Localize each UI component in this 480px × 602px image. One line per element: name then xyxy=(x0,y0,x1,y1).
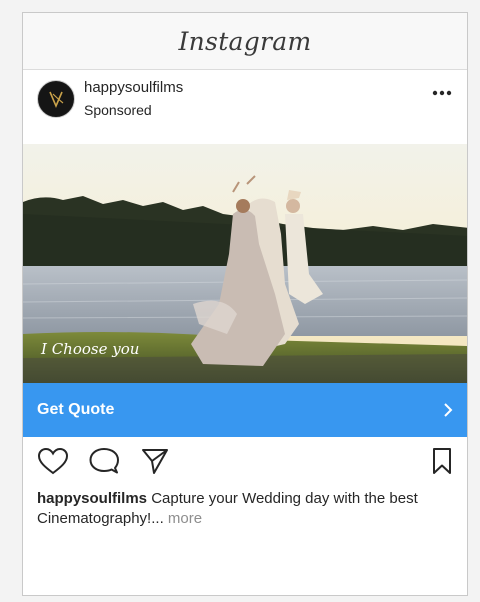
more-link[interactable]: more xyxy=(168,510,202,527)
more-options-icon[interactable] xyxy=(431,86,453,100)
chevron-right-icon xyxy=(444,403,453,417)
comment-icon[interactable] xyxy=(89,447,119,475)
share-icon[interactable] xyxy=(141,447,169,475)
caption-username[interactable]: happysoulfilms xyxy=(37,490,147,507)
instagram-feed-frame: Instagram happysoulfilms Sponsored I Cho… xyxy=(22,12,468,596)
post-actions xyxy=(23,437,467,489)
heart-icon[interactable] xyxy=(37,447,69,475)
post-image[interactable]: I Choose you xyxy=(23,144,467,383)
avatar-logo-icon xyxy=(39,82,73,116)
get-quote-button[interactable]: Get Quote xyxy=(23,383,467,437)
post-header: happysoulfilms Sponsored xyxy=(23,70,467,144)
image-overlay-text: I Choose you xyxy=(41,340,140,358)
post-username[interactable]: happysoulfilms xyxy=(84,79,183,96)
post-caption: happysoulfilms Capture your Wedding day … xyxy=(23,489,467,529)
bookmark-icon[interactable] xyxy=(431,447,453,475)
top-bar: Instagram xyxy=(23,13,467,70)
instagram-logo[interactable]: Instagram xyxy=(178,27,311,56)
sponsored-label[interactable]: Sponsored xyxy=(84,102,152,118)
avatar[interactable] xyxy=(37,80,75,118)
cta-label: Get Quote xyxy=(37,401,115,418)
